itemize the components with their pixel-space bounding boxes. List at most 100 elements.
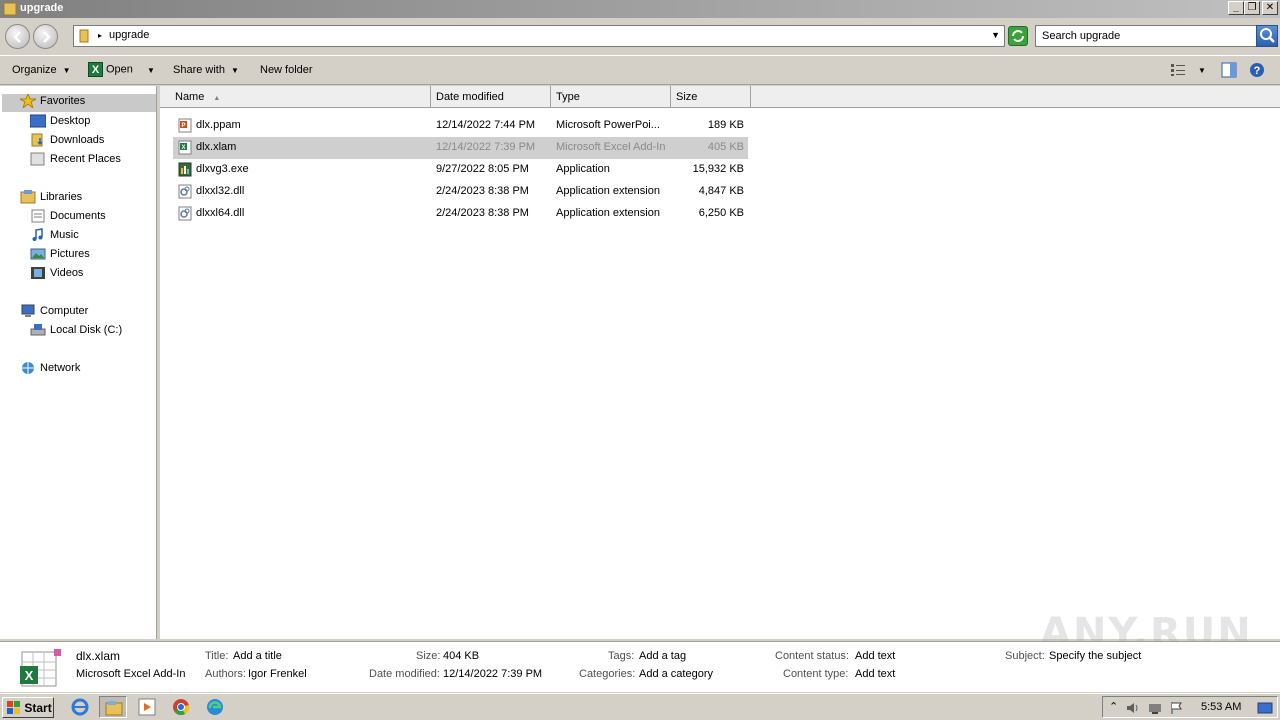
new-folder-button[interactable]: New folder [260, 64, 313, 76]
details-title-value[interactable]: Add a title [233, 650, 282, 662]
back-arrow-icon [13, 31, 21, 43]
nav-downloads[interactable]: Downloads [30, 133, 104, 151]
details-content-type-label: Content type: [783, 668, 849, 680]
details-filetype: Microsoft Excel Add-In [76, 668, 186, 680]
open-dropdown-button[interactable]: ▼ [147, 64, 155, 76]
nav-pictures[interactable]: Pictures [30, 247, 90, 265]
clock[interactable]: 5:53 AM [1201, 701, 1241, 713]
address-bar[interactable]: ▸ upgrade ▼ [73, 25, 1005, 47]
search-icon [1260, 28, 1275, 43]
minimize-button[interactable]: _ [1228, 1, 1244, 15]
file-date: 2/24/2023 8:38 PM [436, 185, 529, 197]
details-authors-label: Authors: [205, 668, 246, 680]
nav-music[interactable]: Music [30, 228, 79, 246]
documents-icon [31, 209, 45, 223]
address-dropdown-icon[interactable]: ▼ [991, 30, 1000, 40]
file-name: dlxxl64.dll [196, 207, 245, 219]
view-options-button[interactable] [1170, 63, 1186, 80]
breadcrumb-arrow-icon[interactable]: ▸ [98, 31, 102, 40]
details-content-status-value[interactable]: Add text [855, 650, 895, 662]
start-button[interactable]: Start [2, 697, 54, 718]
nav-libraries[interactable]: Libraries [20, 190, 82, 208]
videos-icon [31, 267, 45, 279]
back-button[interactable] [5, 24, 30, 49]
column-header-type[interactable]: Type [551, 86, 671, 108]
nav-documents[interactable]: Documents [30, 209, 106, 227]
svg-text:P: P [181, 123, 185, 129]
preview-pane-button[interactable] [1221, 62, 1237, 81]
music-icon [32, 228, 43, 241]
nav-videos[interactable]: Videos [30, 266, 83, 284]
chevron-down-icon: ▼ [62, 66, 71, 75]
show-hidden-icons-icon[interactable]: ⌃ [1109, 700, 1118, 713]
details-size-value: 404 KB [443, 650, 480, 662]
title-bar[interactable]: upgrade _ ❐ ✕ [0, 0, 1280, 18]
internet-explorer-icon[interactable] [70, 698, 90, 716]
file-date: 12/14/2022 7:44 PM [436, 119, 536, 131]
network-status-icon[interactable] [1147, 701, 1163, 715]
taskbar-explorer-active[interactable] [99, 696, 127, 718]
help-button[interactable]: ? [1249, 62, 1265, 81]
forward-button[interactable] [33, 24, 58, 49]
nav-desktop[interactable]: Desktop [30, 114, 90, 132]
share-with-button[interactable]: Share with ▼ [173, 64, 239, 76]
hard-drive-icon [30, 324, 46, 336]
details-title-label: Title: [205, 650, 229, 662]
excel-icon: X [88, 62, 103, 77]
show-desktop-icon[interactable] [1257, 701, 1273, 715]
nav-recent-places[interactable]: Recent Places [30, 152, 121, 170]
pictures-icon [30, 248, 46, 260]
media-player-icon[interactable] [137, 698, 157, 716]
details-subject-value[interactable]: Specify the subject [1049, 650, 1141, 662]
libraries-icon [20, 190, 36, 204]
chrome-icon[interactable] [171, 698, 191, 716]
details-authors-value[interactable]: Igor Frenkel [248, 668, 307, 680]
column-header-date[interactable]: Date modified [431, 86, 551, 108]
details-tags-value[interactable]: Add a tag [639, 650, 686, 662]
column-header-size[interactable]: Size [671, 86, 751, 108]
refresh-button[interactable] [1008, 26, 1028, 46]
file-type: Microsoft PowerPoi... [556, 119, 660, 131]
network-icon [22, 362, 34, 374]
file-row[interactable]: P dlx.ppam 12/14/2022 7:44 PM Microsoft … [173, 115, 748, 137]
details-content-type-value[interactable]: Add text [855, 668, 895, 680]
star-icon [20, 94, 36, 108]
system-tray: ⌃ 5:53 AM [1102, 696, 1278, 718]
recent-places-icon [30, 152, 45, 166]
file-name: dlx.ppam [196, 119, 241, 131]
file-row[interactable]: dlxvg3.exe 9/27/2022 8:05 PM Application… [173, 159, 748, 181]
nav-network[interactable]: Network [20, 361, 80, 379]
nav-computer[interactable]: Computer [20, 304, 88, 322]
volume-icon[interactable] [1125, 701, 1141, 715]
details-pane: X dlx.xlam Microsoft Excel Add-In Author… [0, 641, 1280, 692]
organize-button[interactable]: Organize ▼ [12, 64, 71, 76]
svg-text:X: X [181, 145, 185, 151]
details-categories-label: Categories: [579, 668, 636, 680]
column-header-name[interactable]: Name ▲ [160, 86, 431, 108]
sort-ascending-icon: ▲ [213, 95, 221, 102]
file-name: dlxxl32.dll [196, 185, 245, 197]
details-modified-label: Date modified: [369, 668, 440, 680]
file-type: Application [556, 163, 610, 175]
file-row[interactable]: dlxxl32.dll 2/24/2023 8:38 PM Applicatio… [173, 181, 748, 203]
file-date: 2/24/2023 8:38 PM [436, 207, 529, 219]
file-size: 6,250 KB [698, 207, 744, 219]
view-dropdown-button[interactable]: ▼ [1198, 64, 1206, 76]
chevron-down-icon: ▼ [1198, 66, 1206, 75]
nav-local-disk[interactable]: Local Disk (C:) [30, 323, 122, 341]
nav-favorites[interactable]: Favorites [2, 94, 156, 112]
edge-icon[interactable] [205, 698, 225, 716]
search-button[interactable] [1256, 25, 1278, 47]
restore-button[interactable]: ❐ [1244, 1, 1260, 15]
details-categories-value[interactable]: Add a category [639, 668, 713, 680]
file-size: 15,932 KB [692, 163, 744, 175]
action-center-flag-icon[interactable] [1169, 701, 1185, 715]
breadcrumb-upgrade[interactable]: upgrade [109, 29, 149, 41]
organize-label: Organize [12, 64, 57, 76]
file-row[interactable]: dlxxl64.dll 2/24/2023 8:38 PM Applicatio… [173, 203, 748, 225]
svg-text:?: ? [1254, 65, 1261, 77]
file-row-selected[interactable]: X dlx.xlam 12/14/2022 7:39 PM Microsoft … [173, 137, 748, 159]
search-input[interactable]: Search upgrade [1035, 25, 1258, 47]
open-button[interactable]: X Open [88, 62, 133, 77]
close-button[interactable]: ✕ [1262, 1, 1278, 15]
